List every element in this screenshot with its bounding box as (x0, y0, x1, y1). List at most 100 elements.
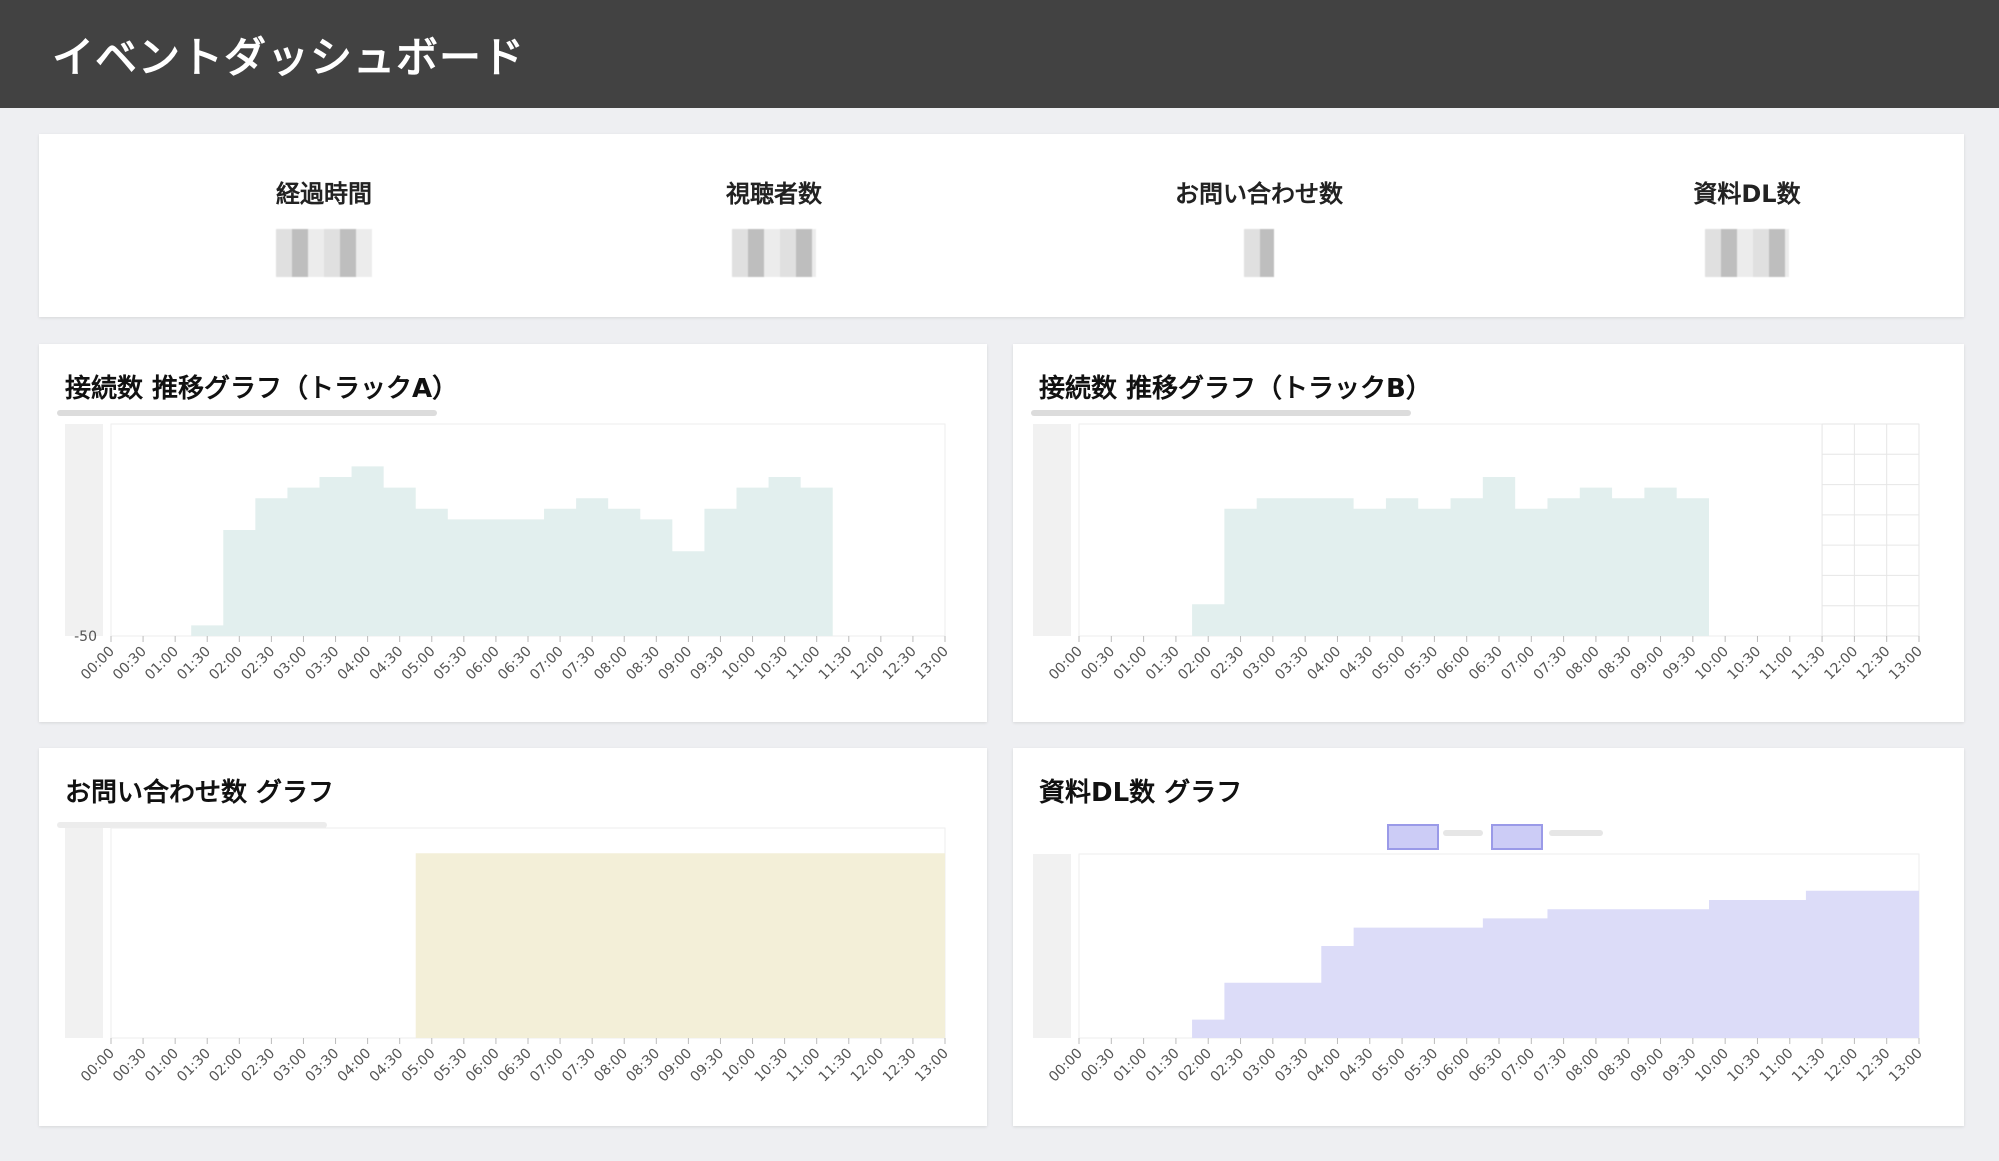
x-tick-label: 02:30 (238, 1046, 278, 1086)
x-tick-label: 06:30 (495, 644, 535, 684)
x-tick-label: 10:30 (1724, 1046, 1764, 1086)
inquiry-area-chart: 00:0000:3001:0001:3002:0002:3003:0003:30… (65, 827, 952, 1086)
x-tick-label: 01:00 (142, 644, 182, 684)
x-tick-label: 03:30 (1272, 1046, 1312, 1086)
x-tick-label: 04:00 (1304, 1046, 1344, 1086)
x-tick-label: 12:30 (880, 644, 920, 684)
x-tick-label: 11:00 (784, 1046, 824, 1086)
x-tick-label: 13:00 (1886, 644, 1926, 684)
x-tick-label: 11:00 (1757, 1046, 1797, 1086)
x-tick-label: 07:00 (1498, 1046, 1538, 1086)
stat-value-redacted (1705, 229, 1789, 277)
x-tick-label: 10:00 (1692, 1046, 1732, 1086)
x-tick-label: 13:00 (912, 1046, 952, 1086)
x-tick-label: 00:00 (78, 1046, 118, 1086)
track-a-area-chart: 00:0000:3001:0001:3002:0002:3003:0003:30… (65, 423, 952, 684)
stat-label: 経過時間 (276, 180, 372, 208)
stat-label: 資料DL数 (1693, 180, 1801, 208)
y-axis-labels-redacted (1033, 424, 1071, 636)
x-tick-label: 11:30 (1789, 644, 1829, 684)
stat-downloads: 資料DL数 (1587, 174, 1907, 277)
y-tick-label: -50 (74, 629, 97, 645)
x-tick-label: 00:30 (1078, 644, 1118, 684)
x-tick-label: 01:00 (1111, 644, 1151, 684)
x-tick-label: 06:30 (1466, 644, 1506, 684)
x-tick-label: 08:30 (623, 1046, 663, 1086)
x-tick-label: 07:00 (527, 1046, 567, 1086)
x-tick-label: 07:30 (1531, 644, 1571, 684)
x-tick-label: 02:30 (238, 644, 278, 684)
x-tick-label: 07:30 (559, 1046, 599, 1086)
x-tick-label: 13:00 (1886, 1046, 1926, 1086)
x-tick-label: 03:30 (1272, 644, 1312, 684)
x-tick-label: 09:00 (1628, 644, 1668, 684)
x-tick-label: 08:00 (591, 644, 631, 684)
x-tick-label: 03:00 (1240, 644, 1280, 684)
x-tick-label: 07:30 (559, 644, 599, 684)
y-axis-labels-redacted (65, 828, 103, 1038)
x-tick-label: 01:00 (142, 1046, 182, 1086)
stat-label: 視聴者数 (726, 180, 822, 208)
x-tick-label: 10:00 (720, 644, 760, 684)
x-tick-label: 05:30 (1401, 644, 1441, 684)
x-tick-label: 08:00 (591, 1046, 631, 1086)
x-tick-label: 09:00 (655, 1046, 695, 1086)
x-tick-label: 05:00 (1369, 644, 1409, 684)
x-tick-label: 05:00 (399, 1046, 439, 1086)
x-tick-label: 08:00 (1563, 1046, 1603, 1086)
x-tick-label: 10:30 (752, 1046, 792, 1086)
x-tick-label: 00:30 (110, 1046, 150, 1086)
x-tick-label: 03:00 (270, 1046, 310, 1086)
x-tick-label: 10:30 (752, 644, 792, 684)
chart-panel-track-a: 接続数 推移グラフ（トラックA） 00:00 00:30 01:00 01:30 02:… (39, 344, 987, 722)
x-tick-label: 12:00 (1821, 1046, 1861, 1086)
x-tick-label: 05:00 (1369, 1046, 1409, 1086)
x-tick-label: 11:30 (1789, 1046, 1829, 1086)
x-tick-label: 10:00 (1692, 644, 1732, 684)
x-tick-label: 08:00 (1563, 644, 1603, 684)
x-tick-label: 05:30 (431, 644, 471, 684)
x-tick-label: 01:00 (1111, 1046, 1151, 1086)
x-tick-label: 08:30 (1595, 644, 1635, 684)
y-axis-labels-redacted (65, 424, 103, 636)
chart-panel-inquiries: お問い合わせ数 グラフ 00:00 00:30 01:00 01:30 02:00 02:… (39, 748, 987, 1126)
chart-panel-downloads: 資料DL数 グラフ 00:00 00:30 01:00 01:30 02:00 02:30… (1013, 748, 1964, 1126)
x-tick-label: 00:00 (1046, 1046, 1086, 1086)
x-tick-label: 09:00 (1628, 1046, 1668, 1086)
x-tick-label: 06:00 (1434, 1046, 1474, 1086)
chart-panel-track-b: 接続数 推移グラフ（トラックB） 00:00 00:30 01:00 01:30 02:… (1013, 344, 1964, 722)
stat-value-redacted (732, 229, 816, 277)
x-tick-label: 06:00 (1434, 644, 1474, 684)
x-tick-label: 09:30 (687, 1046, 727, 1086)
x-tick-label: 11:30 (816, 644, 856, 684)
x-tick-label: 11:00 (784, 644, 824, 684)
stat-elapsed-time: 経過時間 (164, 174, 484, 277)
x-tick-label: 08:30 (1595, 1046, 1635, 1086)
series-area (1079, 477, 1919, 636)
x-tick-label: 01:30 (1143, 644, 1183, 684)
series-area (111, 466, 945, 636)
x-tick-label: 11:00 (1757, 644, 1797, 684)
x-tick-label: 00:00 (1046, 644, 1086, 684)
x-tick-label: 06:30 (495, 1046, 535, 1086)
x-tick-label: 03:00 (1240, 1046, 1280, 1086)
x-tick-label: 02:30 (1208, 644, 1248, 684)
x-tick-label: 04:00 (335, 1046, 375, 1086)
top-header: イベントダッシュボード (0, 0, 1999, 108)
x-tick-label: 02:00 (1175, 644, 1215, 684)
x-tick-label: 06:30 (1466, 1046, 1506, 1086)
x-tick-label: 00:30 (1078, 1046, 1118, 1086)
x-tick-label: 13:00 (912, 644, 952, 684)
x-tick-label: 10:00 (720, 1046, 760, 1086)
x-tick-label: 09:30 (687, 644, 727, 684)
x-tick-label: 09:30 (1660, 644, 1700, 684)
x-tick-label: 04:30 (1337, 1046, 1377, 1086)
x-tick-label: 02:00 (206, 1046, 246, 1086)
x-tick-label: 04:30 (367, 1046, 407, 1086)
series-area (1079, 890, 1919, 1038)
x-tick-label: 12:00 (848, 1046, 888, 1086)
x-tick-label: 06:00 (463, 1046, 503, 1086)
series-area (111, 853, 945, 1038)
x-tick-label: 06:00 (463, 644, 503, 684)
page-title: イベントダッシュボード (52, 33, 526, 82)
